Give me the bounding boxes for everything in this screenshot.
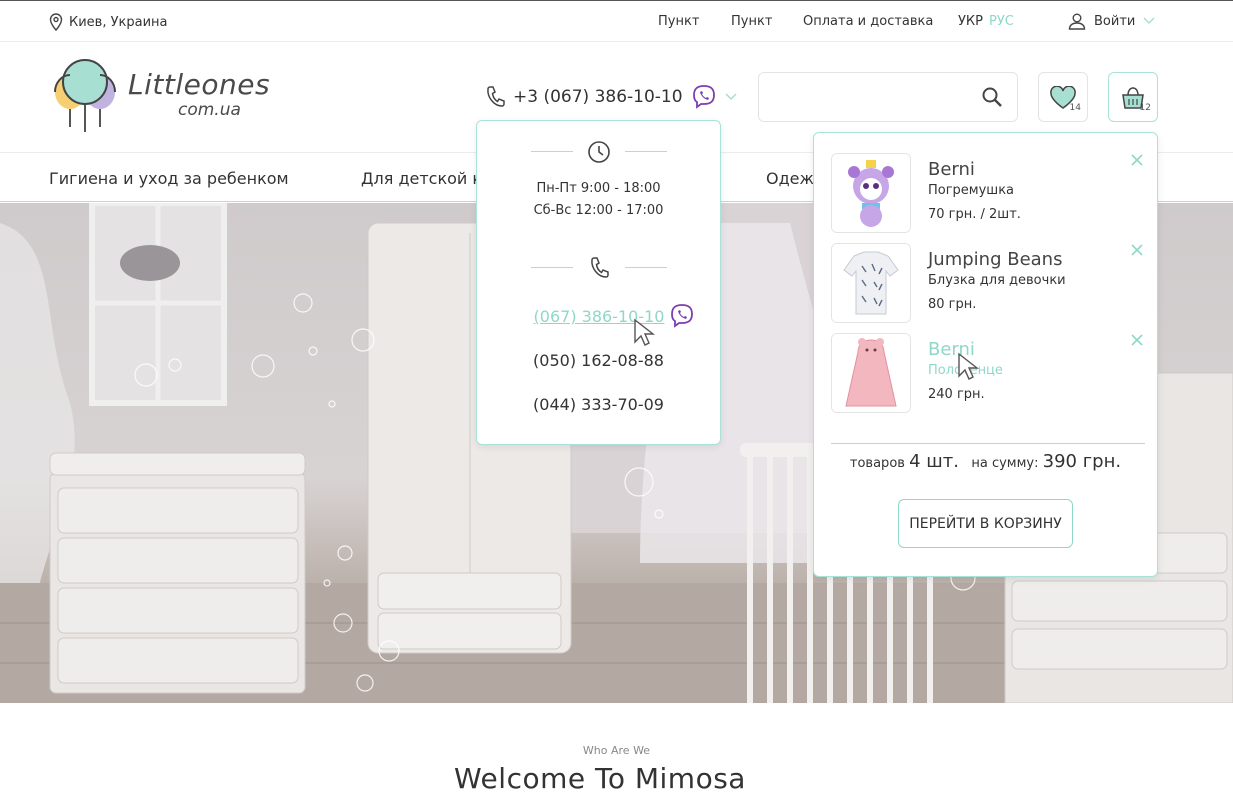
- close-icon[interactable]: [1130, 243, 1144, 257]
- total-sum-label: на сумму:: [971, 456, 1039, 471]
- close-icon[interactable]: [1130, 333, 1144, 347]
- cart-total: товаров 4 шт. на сумму: 390 грн.: [814, 451, 1157, 472]
- cart-item[interactable]: Berni Полотенце 240 грн.: [831, 333, 1151, 413]
- login-button[interactable]: Войти: [1068, 12, 1155, 30]
- lang-ukr[interactable]: УКР: [958, 14, 983, 29]
- language-switcher: УКР РУС: [958, 14, 1014, 29]
- header-phone[interactable]: +3 (067) 386-10-10: [485, 84, 737, 110]
- cart-item[interactable]: Jumping Beans Блузка для девочки 80 грн.: [831, 243, 1151, 323]
- nav-item-clothes[interactable]: Одеж: [766, 169, 814, 188]
- cart-item-desc: Погремушка: [928, 183, 1015, 198]
- hooded-towel-image: [832, 334, 910, 412]
- viber-icon[interactable]: [669, 303, 695, 329]
- close-icon[interactable]: [1130, 153, 1144, 167]
- cart-item-name[interactable]: Berni: [928, 159, 975, 180]
- top-bar: Киев, Украина Пункт Пункт Оплата и доста…: [0, 0, 1233, 42]
- section-title: Welcome To Mimosa: [454, 762, 746, 795]
- topnav-link-1[interactable]: Пункт: [658, 14, 699, 29]
- cart-item-name[interactable]: Jumping Beans: [928, 249, 1062, 270]
- logo-wordmark: Littleones: [128, 68, 271, 101]
- location-pin-icon: [49, 13, 63, 31]
- phone-050[interactable]: (050) 162-08-88: [477, 351, 720, 370]
- phone-icon: [487, 86, 505, 107]
- clock-icon: [588, 141, 610, 163]
- phone-icon: [591, 257, 609, 278]
- total-qty: 4 шт.: [909, 451, 959, 472]
- cart-button[interactable]: 12: [1108, 72, 1158, 122]
- chevron-down-icon: [1143, 17, 1155, 24]
- product-thumbnail[interactable]: [831, 153, 911, 233]
- mouse-cursor-icon: [958, 352, 980, 380]
- product-thumbnail[interactable]: [831, 333, 911, 413]
- search-box: [758, 72, 1018, 122]
- chevron-down-icon[interactable]: [725, 93, 737, 101]
- total-items-label: товаров: [849, 456, 905, 471]
- cart-divider: [831, 443, 1145, 444]
- hours-weekend: Сб-Вс 12:00 - 17:00: [533, 203, 664, 218]
- cart-count: 12: [1139, 103, 1151, 113]
- nav-item-hygiene[interactable]: Гигиена и уход за ребенком: [49, 169, 289, 188]
- cart-item-price: 240 грн.: [928, 387, 985, 402]
- cart-item-desc: Блузка для девочки: [928, 273, 1066, 288]
- search-input[interactable]: [771, 73, 981, 121]
- viber-icon[interactable]: [691, 84, 717, 110]
- phone-dropdown: Пн-Пт 9:00 - 18:00 Сб-Вс 12:00 - 17:00 (…: [476, 120, 721, 445]
- login-label: Войти: [1094, 13, 1136, 29]
- cart-item-price: 80 грн.: [928, 297, 977, 312]
- cart-item[interactable]: Berni Погремушка 70 грн. / 2шт.: [831, 153, 1151, 233]
- logo-domain: com.ua: [178, 100, 241, 120]
- cart-dropdown: Berni Погремушка 70 грн. / 2шт. Jumping …: [813, 132, 1158, 577]
- hours-weekday: Пн-Пт 9:00 - 18:00: [536, 181, 661, 196]
- product-thumbnail[interactable]: [831, 243, 911, 323]
- topnav-link-2[interactable]: Пункт: [731, 14, 772, 29]
- panda-rattle-image: [832, 154, 910, 232]
- wishlist-button[interactable]: 14: [1038, 72, 1088, 122]
- total-sum: 390 грн.: [1042, 451, 1122, 472]
- location[interactable]: Киев, Украина: [49, 13, 168, 31]
- location-label: Киев, Украина: [69, 14, 168, 30]
- go-to-cart-button[interactable]: ПЕРЕЙТИ В КОРЗИНУ: [898, 499, 1073, 548]
- lang-rus[interactable]: РУС: [989, 14, 1014, 29]
- topnav-link-delivery[interactable]: Оплата и доставка: [803, 14, 933, 29]
- phone-044[interactable]: (044) 333-70-09: [477, 395, 720, 414]
- user-icon: [1068, 13, 1086, 30]
- cart-item-price: 70 грн. / 2шт.: [928, 207, 1021, 222]
- search-icon[interactable]: [981, 86, 1003, 108]
- header-phone-number: +3 (067) 386-10-10: [513, 87, 683, 107]
- section-eyebrow: Who Are We: [582, 744, 651, 757]
- phones-divider: [531, 256, 667, 280]
- wishlist-count: 14: [1069, 103, 1081, 113]
- girl-blouse-image: [832, 244, 910, 322]
- nav-item-nursery[interactable]: Для детской ко: [361, 169, 492, 188]
- balloons-logo-icon: [54, 59, 116, 132]
- mouse-cursor-icon: [634, 318, 656, 346]
- hours-divider: [531, 140, 667, 164]
